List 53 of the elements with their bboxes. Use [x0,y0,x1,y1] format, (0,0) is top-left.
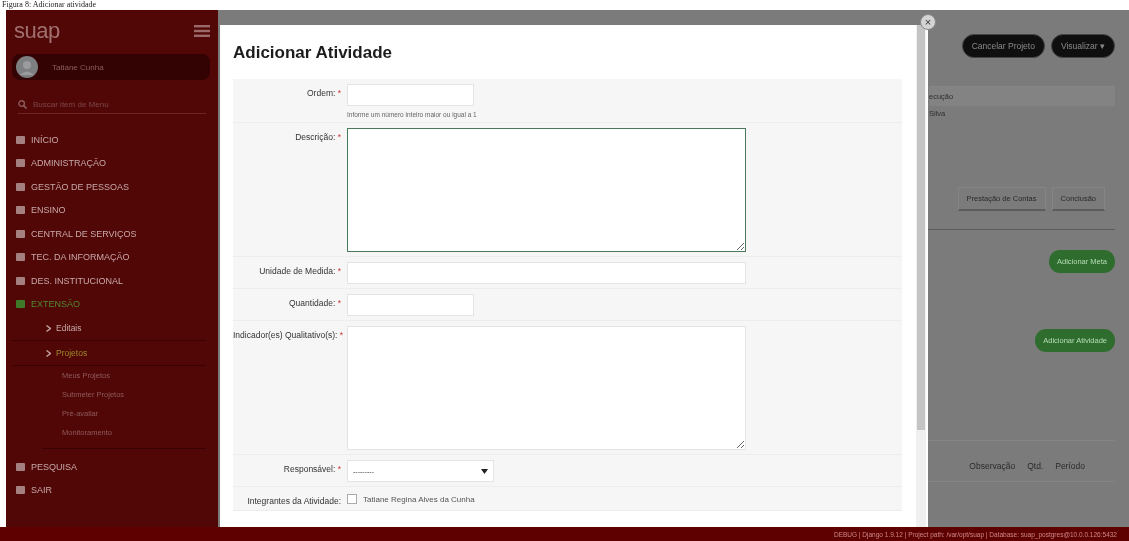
field-label: Descrição: * [294,131,342,144]
column-header: Período [1055,461,1085,471]
search-icon [18,100,27,109]
menu-item[interactable]: CENTRAL DE SERVIÇOS [12,222,218,246]
square-icon [16,462,25,471]
scroll-thumb[interactable] [917,25,925,430]
square-icon [16,135,25,144]
menu-item[interactable]: SAIR [12,478,218,502]
field-label: Responsável: * [282,463,342,476]
page-button[interactable]: Visualizar ▾ [1050,34,1115,58]
square-icon [16,206,25,215]
input-field[interactable] [347,84,474,106]
menu-item[interactable]: GESTÃO DE PESSOAS [12,175,218,199]
column-header: Qtd. [1027,461,1044,471]
scrollbar[interactable] [916,25,926,527]
field-label: Unidade de Medida: * [258,265,342,278]
field-label: Ordem: * [306,87,342,100]
field-label: Indicador(es) Qualitativo(s): * [233,329,345,342]
chevron-icon [46,324,51,332]
avatar-icon [16,56,38,78]
menu-item[interactable]: ENSINO [12,198,218,222]
menu-item[interactable]: TEC. DA INFORMAÇÃO [12,245,218,269]
user-name: Tatiane Cunha [52,62,104,72]
square-icon [16,229,25,238]
page-button[interactable]: Cancelar Projeto [961,34,1045,58]
checkbox-label: Tatiane Regina Alves da Cunha [363,494,475,504]
column-header: Observação [969,461,1016,471]
square-icon [16,276,25,285]
input-field[interactable] [347,294,474,316]
input-field[interactable] [347,262,746,284]
user-card[interactable]: Tatiane Cunha [12,54,210,80]
submenu-item[interactable]: Editais [12,316,206,341]
field-label: Integrantes da Atividade: [246,495,342,506]
menu-icon [194,25,210,37]
menu-item[interactable]: ADMINISTRAÇÃO [12,151,218,175]
menu-item[interactable]: EXTENSÃO [12,292,218,316]
chevron-icon [46,349,51,357]
square-icon [16,159,25,168]
modal-title: Adicionar Atividade [233,43,393,64]
square-icon [16,253,25,262]
logo[interactable]: suap [14,18,60,44]
submenu-item[interactable]: Projetos [12,341,206,366]
menu-item[interactable]: DES. INSTITUCIONAL [12,269,218,293]
square-icon [16,486,25,495]
menu-item[interactable]: INÍCIO [12,128,218,152]
text-area[interactable] [347,128,746,252]
checkbox[interactable] [347,494,357,504]
field-label: Quantidade: * [288,297,342,310]
square-icon [16,182,25,191]
caret-icon [481,468,488,474]
menu-item[interactable]: PESQUISA [12,455,218,479]
square-icon [16,300,25,309]
figure-caption: Figura 8: Adicionar atividade [1,0,97,10]
